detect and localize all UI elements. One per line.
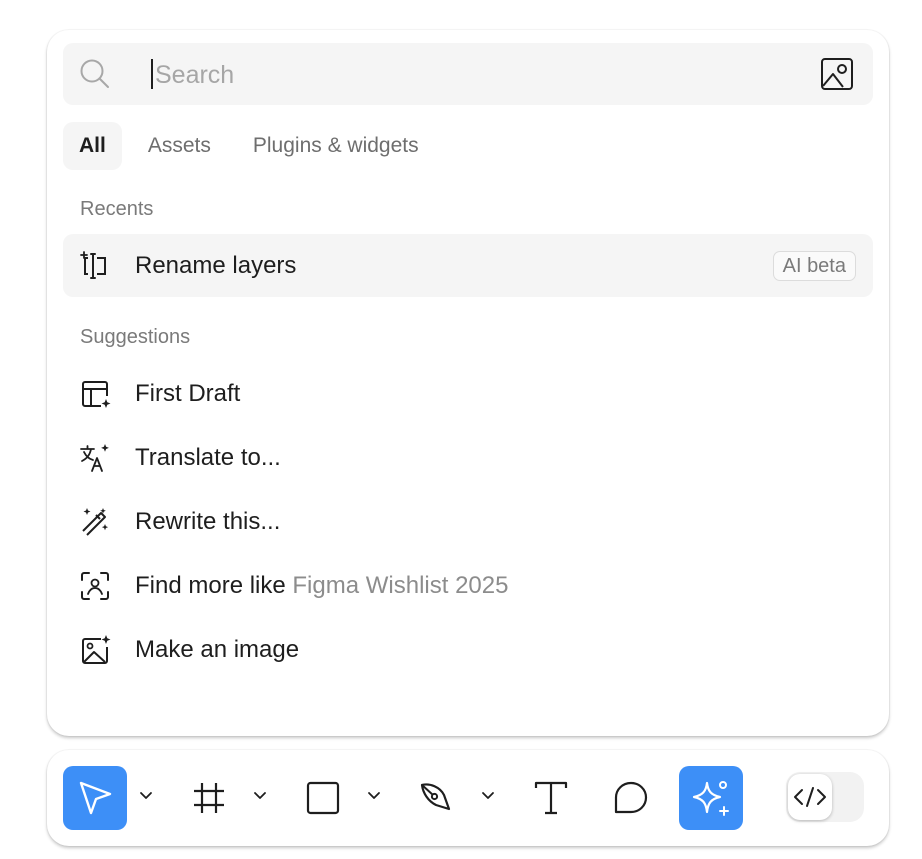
dev-mode-toggle-knob [788, 774, 832, 820]
suggestion-item-translate[interactable]: Translate to... [63, 426, 873, 489]
suggestion-item-label: Find more like Figma Wishlist 2025 [135, 554, 508, 617]
tab-assets[interactable]: Assets [132, 122, 227, 170]
search-bar[interactable] [63, 43, 873, 105]
rename-text-icon [80, 251, 106, 279]
suggestions-heading: Suggestions [80, 326, 191, 348]
scan-icon [81, 572, 109, 600]
text-tool-button[interactable] [519, 766, 583, 830]
ai-sparkle-icon [692, 781, 729, 816]
shape-tool-button[interactable] [291, 766, 355, 830]
frame-hash-icon [194, 783, 224, 813]
text-t-icon [534, 781, 568, 815]
chevron-down-icon[interactable] [480, 788, 496, 804]
pen-tool-button[interactable] [405, 766, 469, 830]
suggestion-item-rewrite[interactable]: Rewrite this... [63, 490, 873, 553]
cursor-arrow-icon [79, 781, 112, 815]
suggestion-item-label: Translate to... [135, 444, 281, 471]
chevron-down-icon[interactable] [252, 788, 268, 804]
rectangle-icon [306, 781, 340, 815]
actions-ai-button[interactable] [679, 766, 743, 830]
suggestion-item-find-more-like[interactable]: Find more like Figma Wishlist 2025 [63, 554, 873, 617]
suggestion-item-label: Rewrite this... [135, 508, 281, 535]
tab-plugins-widgets[interactable]: Plugins & widgets [237, 122, 435, 170]
recent-item-rename-layers[interactable]: Rename layers AI beta [63, 234, 873, 297]
category-tabs: All Assets Plugins & widgets [63, 122, 435, 170]
chevron-down-icon[interactable] [366, 788, 382, 804]
suggestion-item-make-image[interactable]: Make an image [63, 618, 873, 681]
layout-sparkle-icon [82, 381, 111, 408]
magic-wand-icon [82, 508, 109, 536]
actions-panel: All Assets Plugins & widgets Recents Ren… [47, 30, 889, 736]
image-sparkle-icon [82, 635, 111, 664]
translate-icon [80, 444, 109, 472]
recent-item-label: Rename layers [135, 252, 297, 279]
search-input[interactable] [153, 54, 797, 96]
code-brackets-icon [794, 787, 826, 807]
dev-mode-toggle[interactable] [786, 772, 864, 822]
move-tool-button[interactable] [63, 766, 127, 830]
chevron-down-icon[interactable] [138, 788, 154, 804]
suggestion-item-first-draft[interactable]: First Draft [63, 362, 873, 425]
suggestion-item-label: Make an image [135, 636, 300, 663]
pen-nib-icon [420, 783, 451, 811]
ai-beta-badge: AI beta [772, 251, 856, 281]
comment-tool-button[interactable] [599, 766, 663, 830]
bottom-toolbar [47, 750, 889, 846]
suggestion-item-label: First Draft [135, 380, 241, 407]
recents-heading: Recents [80, 198, 154, 220]
frame-tool-button[interactable] [177, 766, 241, 830]
image-search-icon[interactable] [819, 56, 855, 92]
search-icon [80, 59, 109, 88]
comment-bubble-icon [614, 781, 648, 814]
find-more-like-text: Find more like [135, 572, 286, 599]
tab-all[interactable]: All [63, 122, 122, 170]
selection-name: Figma Wishlist 2025 [292, 572, 509, 599]
